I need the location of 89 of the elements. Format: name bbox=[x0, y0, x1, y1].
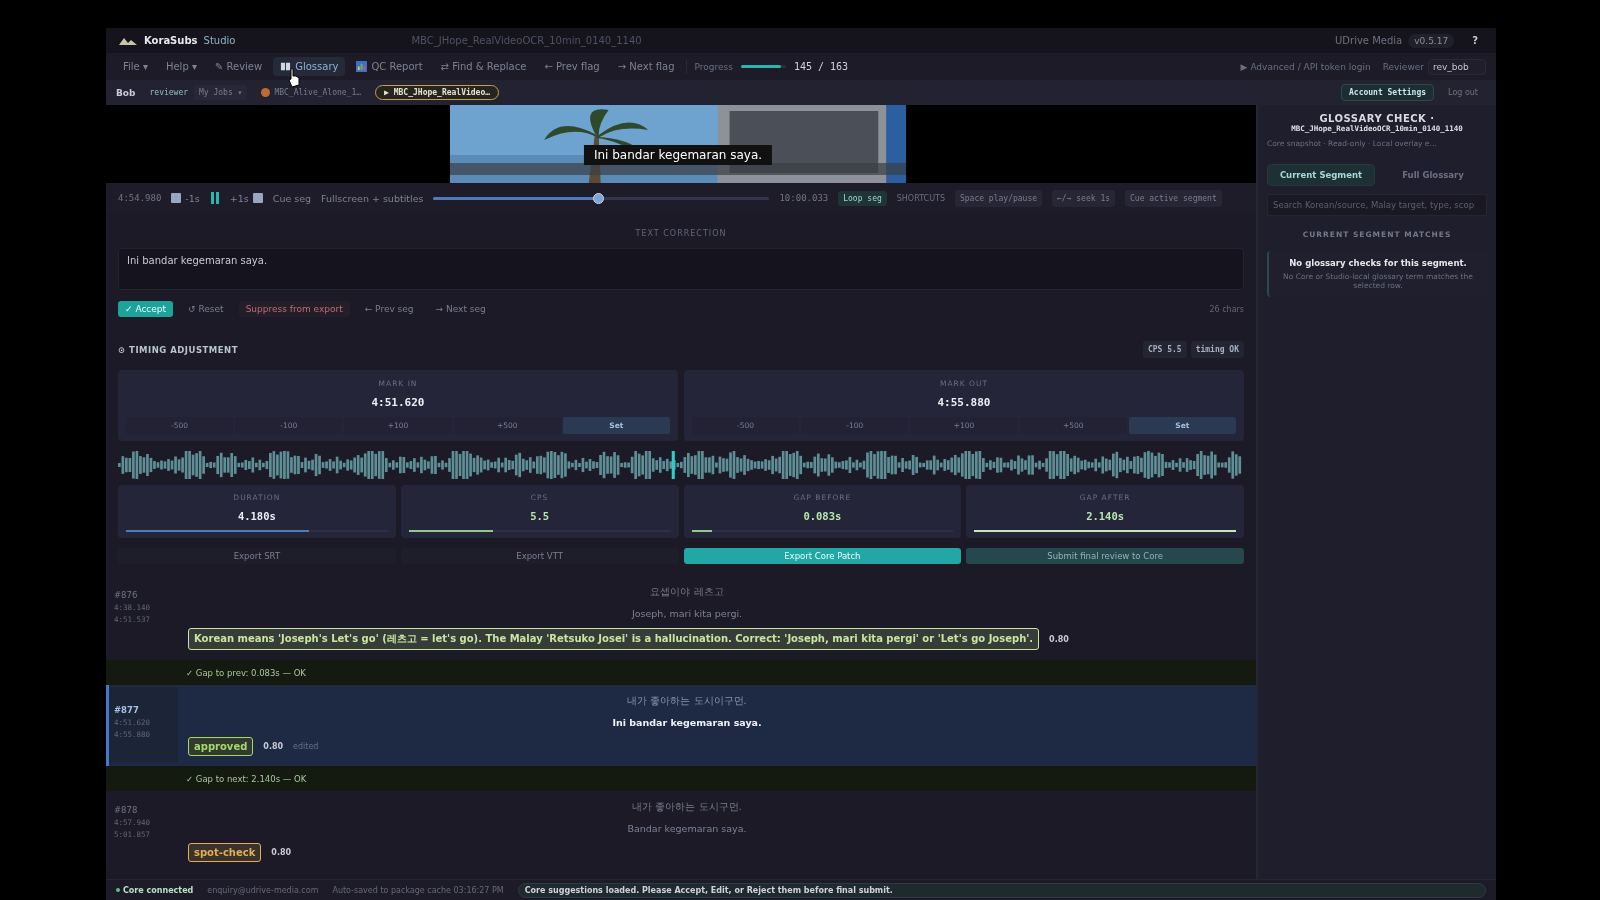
status-tag: approved bbox=[188, 737, 254, 756]
shortcut-chip: Space play/pause bbox=[954, 189, 1043, 207]
score: 0.80 bbox=[1049, 634, 1069, 644]
window-title: MBC_JHope_RealVideoOCR_10min_0140_1140 bbox=[411, 35, 643, 46]
empty-state-title: No glossary checks for this segment. bbox=[1289, 258, 1467, 268]
score: 0.80 bbox=[271, 848, 292, 857]
stat-value: 2.140s bbox=[1086, 510, 1125, 522]
export-button[interactable]: Export SRT bbox=[118, 548, 396, 564]
source-text: 요셉이야 레츠고 bbox=[650, 585, 724, 599]
target-text: Joseph, mari kita pergi. bbox=[631, 608, 743, 619]
job-tab[interactable]: ▶ MBC_JHope_RealVideo… bbox=[375, 85, 500, 100]
seek-forward-button[interactable]: +1s bbox=[229, 192, 263, 204]
connection-status: Core connected bbox=[116, 885, 194, 895]
current-time: 4:54.980 bbox=[118, 193, 162, 203]
reviewer-field[interactable]: rev_bob bbox=[1428, 58, 1486, 75]
cue-segment-button[interactable]: Cue seg bbox=[272, 192, 312, 204]
role-label: reviewer bbox=[149, 88, 189, 97]
menu-item[interactable]: ← Prev flag bbox=[537, 57, 607, 76]
book-icon bbox=[280, 61, 292, 72]
slider-thumb[interactable] bbox=[593, 192, 605, 204]
panel-title: GLOSSARY CHECK · bbox=[1319, 113, 1435, 124]
gap-status: ✓ Gap to prev: 0.083s — OK bbox=[186, 668, 306, 678]
segment-number: #877 bbox=[114, 705, 140, 715]
status-badge: CPS 5.5 bbox=[1142, 341, 1187, 358]
job-tab[interactable]: MBC_Alive_Alone_1… bbox=[253, 86, 370, 99]
shortcuts-label: SHORTCUTS bbox=[896, 193, 945, 203]
edited-label: edited bbox=[293, 742, 319, 751]
search-field[interactable]: Search Korean/source, Malay target, type, scop bbox=[1267, 194, 1487, 216]
user-name: Bob bbox=[116, 87, 136, 98]
mark-time: 4:55.880 bbox=[937, 396, 991, 409]
jobs-dropdown[interactable]: My Jobs ▾ bbox=[194, 85, 248, 100]
target-text: Bandar kegemaran saya. bbox=[627, 823, 747, 834]
source-text: 내가 좋아하는 도시이구먼. bbox=[627, 694, 747, 708]
status-badge: timing OK bbox=[1190, 341, 1244, 358]
menu-item[interactable]: Glossary bbox=[273, 57, 346, 76]
stat-value: 4.180s bbox=[237, 510, 276, 522]
account-settings-button[interactable]: Account Settings bbox=[1341, 84, 1435, 101]
source-text: 내가 좋아하는 도시구먼. bbox=[632, 800, 742, 814]
text-correction-field[interactable]: Ini bandar kegemaran saya. bbox=[118, 248, 1244, 290]
segment-number: #878 bbox=[114, 805, 139, 815]
target-text: Ini bandar kegemaran saya. bbox=[612, 717, 762, 728]
export-button[interactable]: Export VTT bbox=[400, 548, 679, 564]
reviewer-label: Reviewer bbox=[1382, 61, 1424, 72]
status-tag: spot-check bbox=[188, 843, 262, 862]
panel-tab[interactable]: Current Segment bbox=[1267, 164, 1375, 186]
progress-label: Progress bbox=[694, 61, 733, 72]
version-badge: v0.5.17 bbox=[1408, 33, 1455, 48]
loop-segment-button[interactable]: Loop seg bbox=[838, 190, 887, 206]
help-button[interactable]: ? bbox=[1466, 34, 1484, 47]
fullscreen-button[interactable]: Fullscreen + subtitles bbox=[321, 192, 424, 204]
menu-item[interactable]: Help ▾ bbox=[158, 57, 204, 76]
action-button[interactable]: → Next seg bbox=[428, 301, 493, 317]
app-edition: Studio bbox=[203, 35, 236, 46]
autosave-status: Auto-saved to package cache 03:16:27 PM bbox=[332, 885, 504, 895]
app-name: KoraSubs bbox=[144, 35, 198, 46]
menu-item[interactable]: ✎ Review bbox=[207, 57, 270, 76]
chart-icon bbox=[356, 61, 368, 72]
avatar-icon bbox=[261, 88, 271, 97]
menu-item[interactable]: File ▾ bbox=[116, 57, 155, 76]
progress-count: 145 / 163 bbox=[793, 61, 849, 72]
menu-item[interactable]: ⇄ Find & Replace bbox=[433, 57, 534, 76]
menu-item[interactable]: QC Report bbox=[349, 57, 430, 76]
mark-time: 4:51.620 bbox=[371, 396, 425, 409]
export-button[interactable]: Export Core Patch bbox=[683, 548, 962, 564]
score: 0.80 bbox=[263, 742, 284, 751]
section-label: TEXT CORRECTION bbox=[634, 229, 728, 238]
advanced-login-link[interactable]: ▶ Advanced / API token login bbox=[1240, 61, 1371, 72]
section-title: ⊙ TIMING ADJUSTMENT bbox=[118, 344, 238, 355]
stat-value: 5.5 bbox=[530, 510, 550, 522]
action-button[interactable]: ← Prev seg bbox=[357, 301, 421, 317]
stat-value: 0.083s bbox=[803, 510, 842, 522]
panel-tab[interactable]: Full Glossary bbox=[1379, 164, 1487, 186]
shortcut-chip: Cue active segment bbox=[1125, 189, 1222, 207]
char-count: 26 chars bbox=[1209, 304, 1244, 314]
pause-icon[interactable] bbox=[209, 192, 220, 204]
seek-back-button[interactable]: -1s bbox=[171, 192, 200, 204]
gap-status: ✓ Gap to next: 2.140s — OK bbox=[186, 774, 307, 784]
subtitle-overlay: Ini bandar kegemaran saya. bbox=[583, 145, 773, 165]
status-message: Core suggestions loaded. Please Accept, Edit, or Reject them before final submit. bbox=[517, 882, 1486, 898]
action-button[interactable]: ↺ Reset bbox=[181, 301, 231, 317]
total-time: 10:00.033 bbox=[779, 193, 829, 203]
status-tag: Korean means 'Joseph's Let's go' (레츠고 = let's go). The Malay 'Retsuko Josei' is a hallucination. Correct: 'Joseph, mari kita pergi' or 'Let's go Joseph'. bbox=[188, 628, 1040, 650]
contact-email: enquiry@udrive-media.com bbox=[207, 885, 319, 895]
action-button[interactable]: ✓ Accept bbox=[118, 301, 174, 317]
shortcut-chip: ←/→ seek 1s bbox=[1052, 189, 1115, 207]
menu-item[interactable]: → Next flag bbox=[610, 57, 682, 76]
org-name: UDrive Media bbox=[1335, 35, 1403, 46]
action-button[interactable]: Suppress from export bbox=[238, 301, 350, 317]
segment-number: #876 bbox=[114, 590, 139, 600]
